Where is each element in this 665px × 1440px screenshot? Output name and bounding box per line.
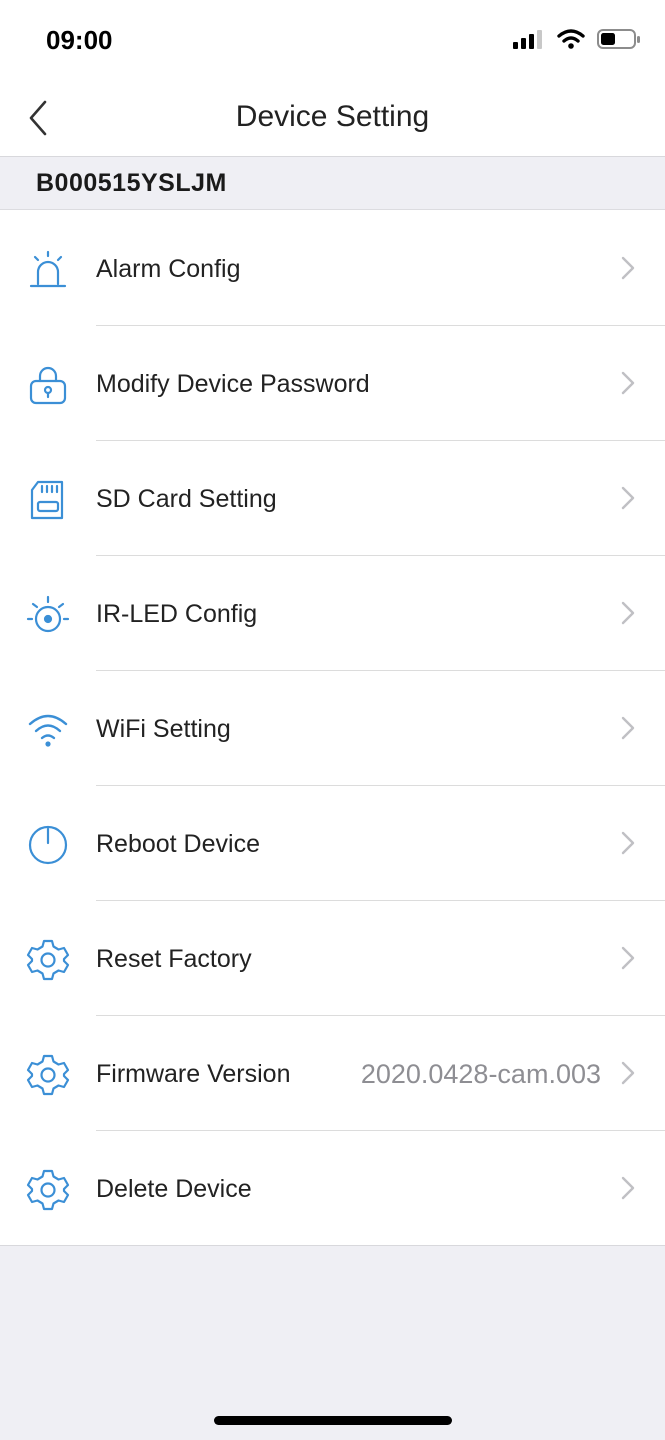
home-indicator — [214, 1416, 452, 1425]
status-icons — [513, 28, 641, 50]
chevron-right-icon — [621, 486, 635, 510]
ir-led-config-row[interactable]: IR-LED Config — [0, 555, 665, 670]
sd-card-icon — [30, 480, 64, 520]
chevron-right-icon — [621, 946, 635, 970]
gear-icon — [26, 1169, 70, 1211]
row-label: Alarm Config — [96, 255, 241, 283]
reboot-device-row[interactable]: Reboot Device — [0, 785, 665, 900]
row-label: IR-LED Config — [96, 600, 258, 628]
chevron-right-icon — [621, 716, 635, 740]
row-label: Reboot Device — [96, 830, 260, 858]
row-label: Delete Device — [96, 1175, 252, 1203]
row-label: Firmware Version — [96, 1060, 291, 1088]
device-id: B000515YSLJM — [36, 169, 227, 197]
chevron-right-icon — [621, 371, 635, 395]
wifi-icon — [28, 714, 68, 747]
device-header: B000515YSLJM — [0, 157, 665, 210]
row-label: Reset Factory — [96, 945, 252, 973]
sd-card-setting-row[interactable]: SD Card Setting — [0, 440, 665, 555]
modify-device-password-row[interactable]: Modify Device Password — [0, 325, 665, 440]
row-label: WiFi Setting — [96, 715, 231, 743]
page-title: Device Setting — [235, 100, 430, 133]
reset-factory-row[interactable]: Reset Factory — [0, 900, 665, 1015]
delete-device-row[interactable]: Delete Device — [0, 1130, 665, 1245]
chevron-right-icon — [621, 1061, 635, 1085]
alarm-config-row[interactable]: Alarm Config — [0, 210, 665, 325]
ir-led-icon — [26, 595, 70, 633]
gear-icon — [26, 939, 70, 981]
row-label: Modify Device Password — [96, 370, 370, 398]
firmware-version-value: 2020.0428-cam.003 — [360, 1059, 601, 1089]
chevron-right-icon — [621, 256, 635, 280]
row-label: SD Card Setting — [96, 485, 277, 513]
wifi-setting-row[interactable]: WiFi Setting — [0, 670, 665, 785]
chevron-right-icon — [621, 601, 635, 625]
lock-icon — [29, 366, 67, 405]
chevron-right-icon — [621, 831, 635, 855]
power-icon — [28, 825, 68, 865]
wifi-status-icon — [557, 29, 585, 49]
nav-bar: Device Setting — [0, 80, 665, 157]
battery-icon — [597, 29, 640, 49]
alarm-icon — [29, 250, 67, 288]
gear-icon — [26, 1054, 70, 1096]
settings-list: Alarm Config Modify Device Password SD C… — [0, 210, 665, 1246]
status-bar: 09:00 — [0, 0, 665, 80]
firmware-version-row[interactable]: Firmware Version 2020.0428-cam.003 — [0, 1015, 665, 1130]
status-time: 09:00 — [46, 25, 113, 55]
chevron-right-icon — [621, 1176, 635, 1200]
cellular-signal-icon — [513, 30, 542, 49]
